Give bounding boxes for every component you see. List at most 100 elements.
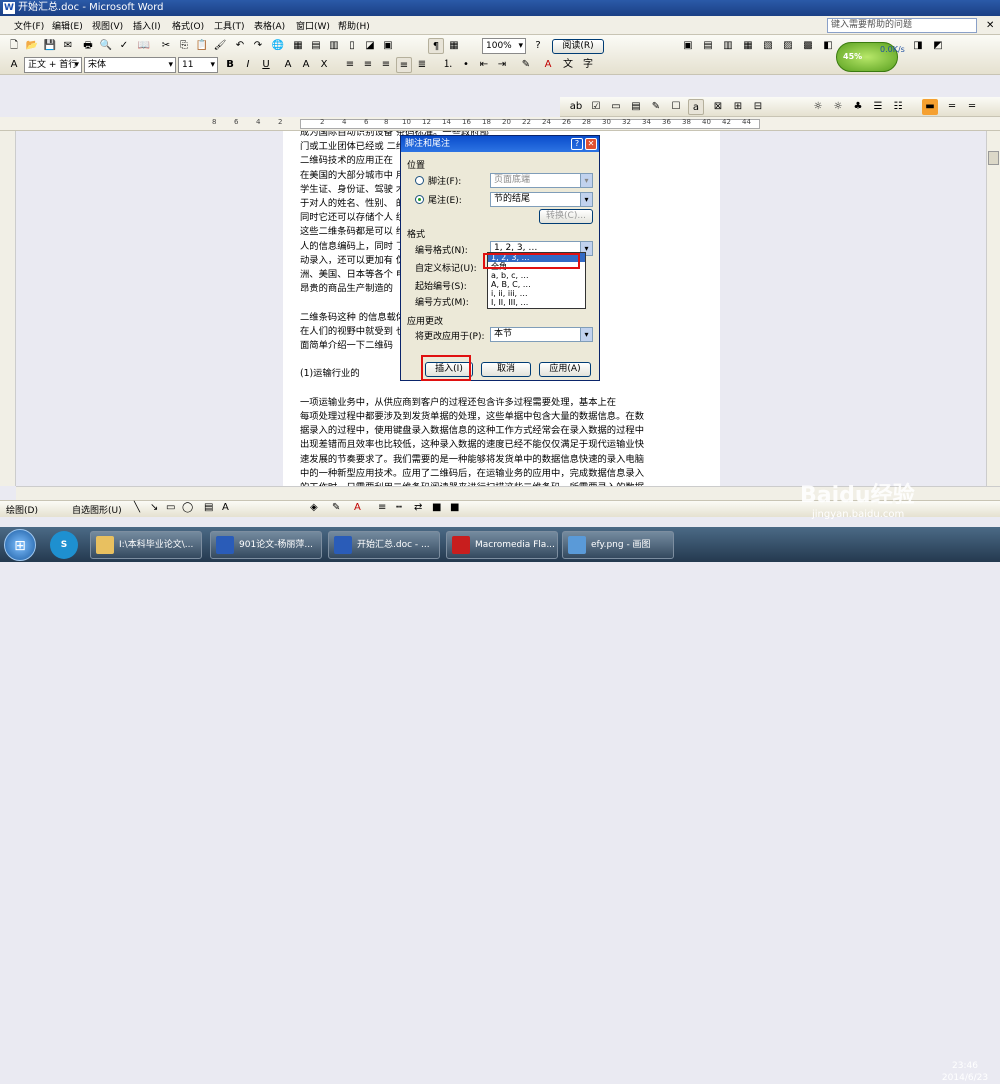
dropdown-item[interactable]: A, B, C, … bbox=[488, 280, 585, 289]
menu-edit[interactable]: 编辑(E) bbox=[52, 19, 83, 32]
menu-insert[interactable]: 插入(I) bbox=[133, 19, 161, 32]
phonetic-icon[interactable]: 文 bbox=[560, 57, 576, 73]
toolbar-tool-icon[interactable]: ◨ bbox=[910, 38, 926, 54]
toolbar-tool-icon[interactable]: ☰ bbox=[870, 99, 886, 115]
grid-icon[interactable]: ▦ bbox=[446, 38, 462, 54]
columns-icon[interactable]: ▯ bbox=[344, 38, 360, 54]
scroll-thumb[interactable] bbox=[988, 151, 999, 165]
toolbar-tool-icon[interactable]: ▨ bbox=[780, 38, 796, 54]
toolbar-tool-icon[interactable]: ═ bbox=[964, 99, 980, 115]
decrease-indent-icon[interactable]: ⇤ bbox=[476, 57, 492, 73]
footnote-radio[interactable] bbox=[415, 176, 424, 185]
toolbar-tool-icon[interactable]: ☷ bbox=[890, 99, 906, 115]
enclose-char-icon[interactable]: 字 bbox=[580, 57, 596, 73]
research-icon[interactable]: 📖 bbox=[136, 38, 152, 54]
bold-icon[interactable]: B bbox=[222, 57, 238, 73]
horizontal-ruler[interactable]: 8 6 4 2 2 4 6 8 10 12 14 16 18 20 22 24 … bbox=[0, 117, 1000, 131]
menu-tools[interactable]: 工具(T) bbox=[214, 19, 245, 32]
menu-file[interactable]: 文件(F) bbox=[14, 19, 44, 32]
line-icon[interactable]: ╲ bbox=[134, 502, 140, 513]
fill-color-icon[interactable]: ◈ bbox=[310, 502, 318, 513]
zoom-select[interactable]: 100% bbox=[482, 38, 526, 54]
toolbar-tool-icon[interactable]: ab bbox=[568, 99, 584, 115]
sogou-icon[interactable]: S bbox=[50, 531, 78, 559]
toolbar-tool-icon[interactable]: ⊠ bbox=[710, 99, 726, 115]
help-icon[interactable]: ? bbox=[571, 138, 583, 150]
taskbar-item[interactable]: I:\本科毕业论文\... bbox=[90, 531, 202, 559]
menu-format[interactable]: 格式(O) bbox=[172, 19, 204, 32]
help-search-input[interactable]: 键入需要帮助的问题 bbox=[827, 18, 977, 33]
insert-table-icon[interactable]: ▤ bbox=[308, 38, 324, 54]
print-icon[interactable]: 🖶 bbox=[80, 38, 96, 54]
menu-table[interactable]: 表格(A) bbox=[254, 19, 285, 32]
align-center-icon[interactable]: ≡ bbox=[360, 57, 376, 73]
taskbar-item[interactable]: 901论文-杨丽萍... bbox=[210, 531, 322, 559]
toolbar-tool-icon[interactable]: ⊞ bbox=[730, 99, 746, 115]
numbering-icon[interactable]: ⒈ bbox=[440, 57, 456, 73]
menu-view[interactable]: 视图(V) bbox=[92, 19, 123, 32]
endnote-position-select[interactable]: 节的结尾 ▾ bbox=[490, 192, 593, 207]
taskbar-item[interactable]: 开始汇总.doc - ... bbox=[328, 531, 440, 559]
excel-icon[interactable]: ▥ bbox=[326, 38, 342, 54]
new-document-icon[interactable]: 🗋 bbox=[6, 38, 22, 54]
arrow-style-icon[interactable]: ⇄ bbox=[414, 502, 422, 513]
toolbar-tool-icon[interactable]: a bbox=[688, 99, 704, 115]
cut-icon[interactable]: ✂ bbox=[158, 38, 174, 54]
tables-borders-icon[interactable]: ▦ bbox=[290, 38, 306, 54]
styles-icon[interactable]: A bbox=[6, 57, 22, 73]
font-color-icon[interactable]: A bbox=[354, 502, 361, 513]
3d-icon[interactable]: ■ bbox=[450, 502, 459, 513]
document-map-icon[interactable]: ▣ bbox=[380, 38, 396, 54]
start-button[interactable]: ⊞ bbox=[4, 529, 36, 561]
open-icon[interactable]: 📂 bbox=[24, 38, 40, 54]
line-style-icon[interactable]: ≡ bbox=[378, 502, 386, 513]
underline-icon[interactable]: U bbox=[258, 57, 274, 73]
font-select[interactable]: 宋体 bbox=[84, 57, 176, 73]
char-shading-icon[interactable]: A bbox=[298, 57, 314, 73]
taskbar-item[interactable]: Macromedia Fla... bbox=[446, 531, 558, 559]
justify-icon[interactable]: ≡ bbox=[396, 57, 412, 73]
spelling-icon[interactable]: ✓ bbox=[116, 38, 132, 54]
copy-icon[interactable]: ⎘ bbox=[176, 38, 192, 54]
highlight-icon[interactable]: ✎ bbox=[518, 57, 534, 73]
toolbar-tool-icon[interactable]: ▬ bbox=[922, 99, 938, 115]
taskbar-item[interactable]: efy.png - 画图 bbox=[562, 531, 674, 559]
textbox-icon[interactable]: ▤ bbox=[204, 502, 213, 513]
italic-icon[interactable]: I bbox=[240, 57, 256, 73]
endnote-radio[interactable] bbox=[415, 195, 424, 204]
hyperlink-icon[interactable]: 🌐 bbox=[270, 38, 286, 54]
redo-icon[interactable]: ↷ bbox=[250, 38, 266, 54]
wordart-icon[interactable]: A bbox=[222, 502, 229, 513]
toolbar-tool-icon[interactable]: ▤ bbox=[700, 38, 716, 54]
distributed-icon[interactable]: ≣ bbox=[414, 57, 430, 73]
dash-style-icon[interactable]: ┅ bbox=[396, 502, 402, 513]
toolbar-tool-icon[interactable]: ◩ bbox=[930, 38, 946, 54]
toolbar-tool-icon[interactable]: ▥ bbox=[720, 38, 736, 54]
toolbar-tool-icon[interactable]: ▣ bbox=[680, 38, 696, 54]
menu-help[interactable]: 帮助(H) bbox=[338, 19, 370, 32]
reading-mode-button[interactable]: 阅读(R) bbox=[552, 39, 604, 54]
draw-menu[interactable]: 绘图(D) bbox=[6, 503, 38, 516]
autoshapes-menu[interactable]: 自选图形(U) bbox=[72, 503, 122, 516]
vertical-scrollbar[interactable] bbox=[986, 131, 1000, 486]
apply-to-select[interactable]: 本节 ▾ bbox=[490, 327, 593, 342]
toolbar-tool-icon[interactable]: ◧ bbox=[820, 38, 836, 54]
font-color-icon[interactable]: A bbox=[540, 57, 556, 73]
print-preview-icon[interactable]: 🔍 bbox=[98, 38, 114, 54]
dropdown-item[interactable]: a, b, c, … bbox=[488, 271, 585, 280]
apply-button[interactable]: 应用(A) bbox=[539, 362, 591, 377]
arrow-icon[interactable]: ↘ bbox=[150, 502, 158, 513]
save-icon[interactable]: 💾 bbox=[42, 38, 58, 54]
line-color-icon[interactable]: ✎ bbox=[332, 502, 340, 513]
show-hide-icon[interactable]: ¶ bbox=[428, 38, 444, 54]
toolbar-tool-icon[interactable]: ⊟ bbox=[750, 99, 766, 115]
convert-button[interactable]: 转换(C)... bbox=[539, 209, 593, 224]
toolbar-tool-icon[interactable]: ☼ bbox=[810, 99, 826, 115]
toolbar-tool-icon[interactable]: ▤ bbox=[628, 99, 644, 115]
toolbar-tool-icon[interactable]: ▭ bbox=[608, 99, 624, 115]
toolbar-tool-icon[interactable]: ☐ bbox=[668, 99, 684, 115]
drawing-icon[interactable]: ◪ bbox=[362, 38, 378, 54]
toolbar-tool-icon[interactable]: ▩ bbox=[800, 38, 816, 54]
toolbar-tool-icon[interactable]: ♣ bbox=[850, 99, 866, 115]
toolbar-tool-icon[interactable]: ✎ bbox=[648, 99, 664, 115]
